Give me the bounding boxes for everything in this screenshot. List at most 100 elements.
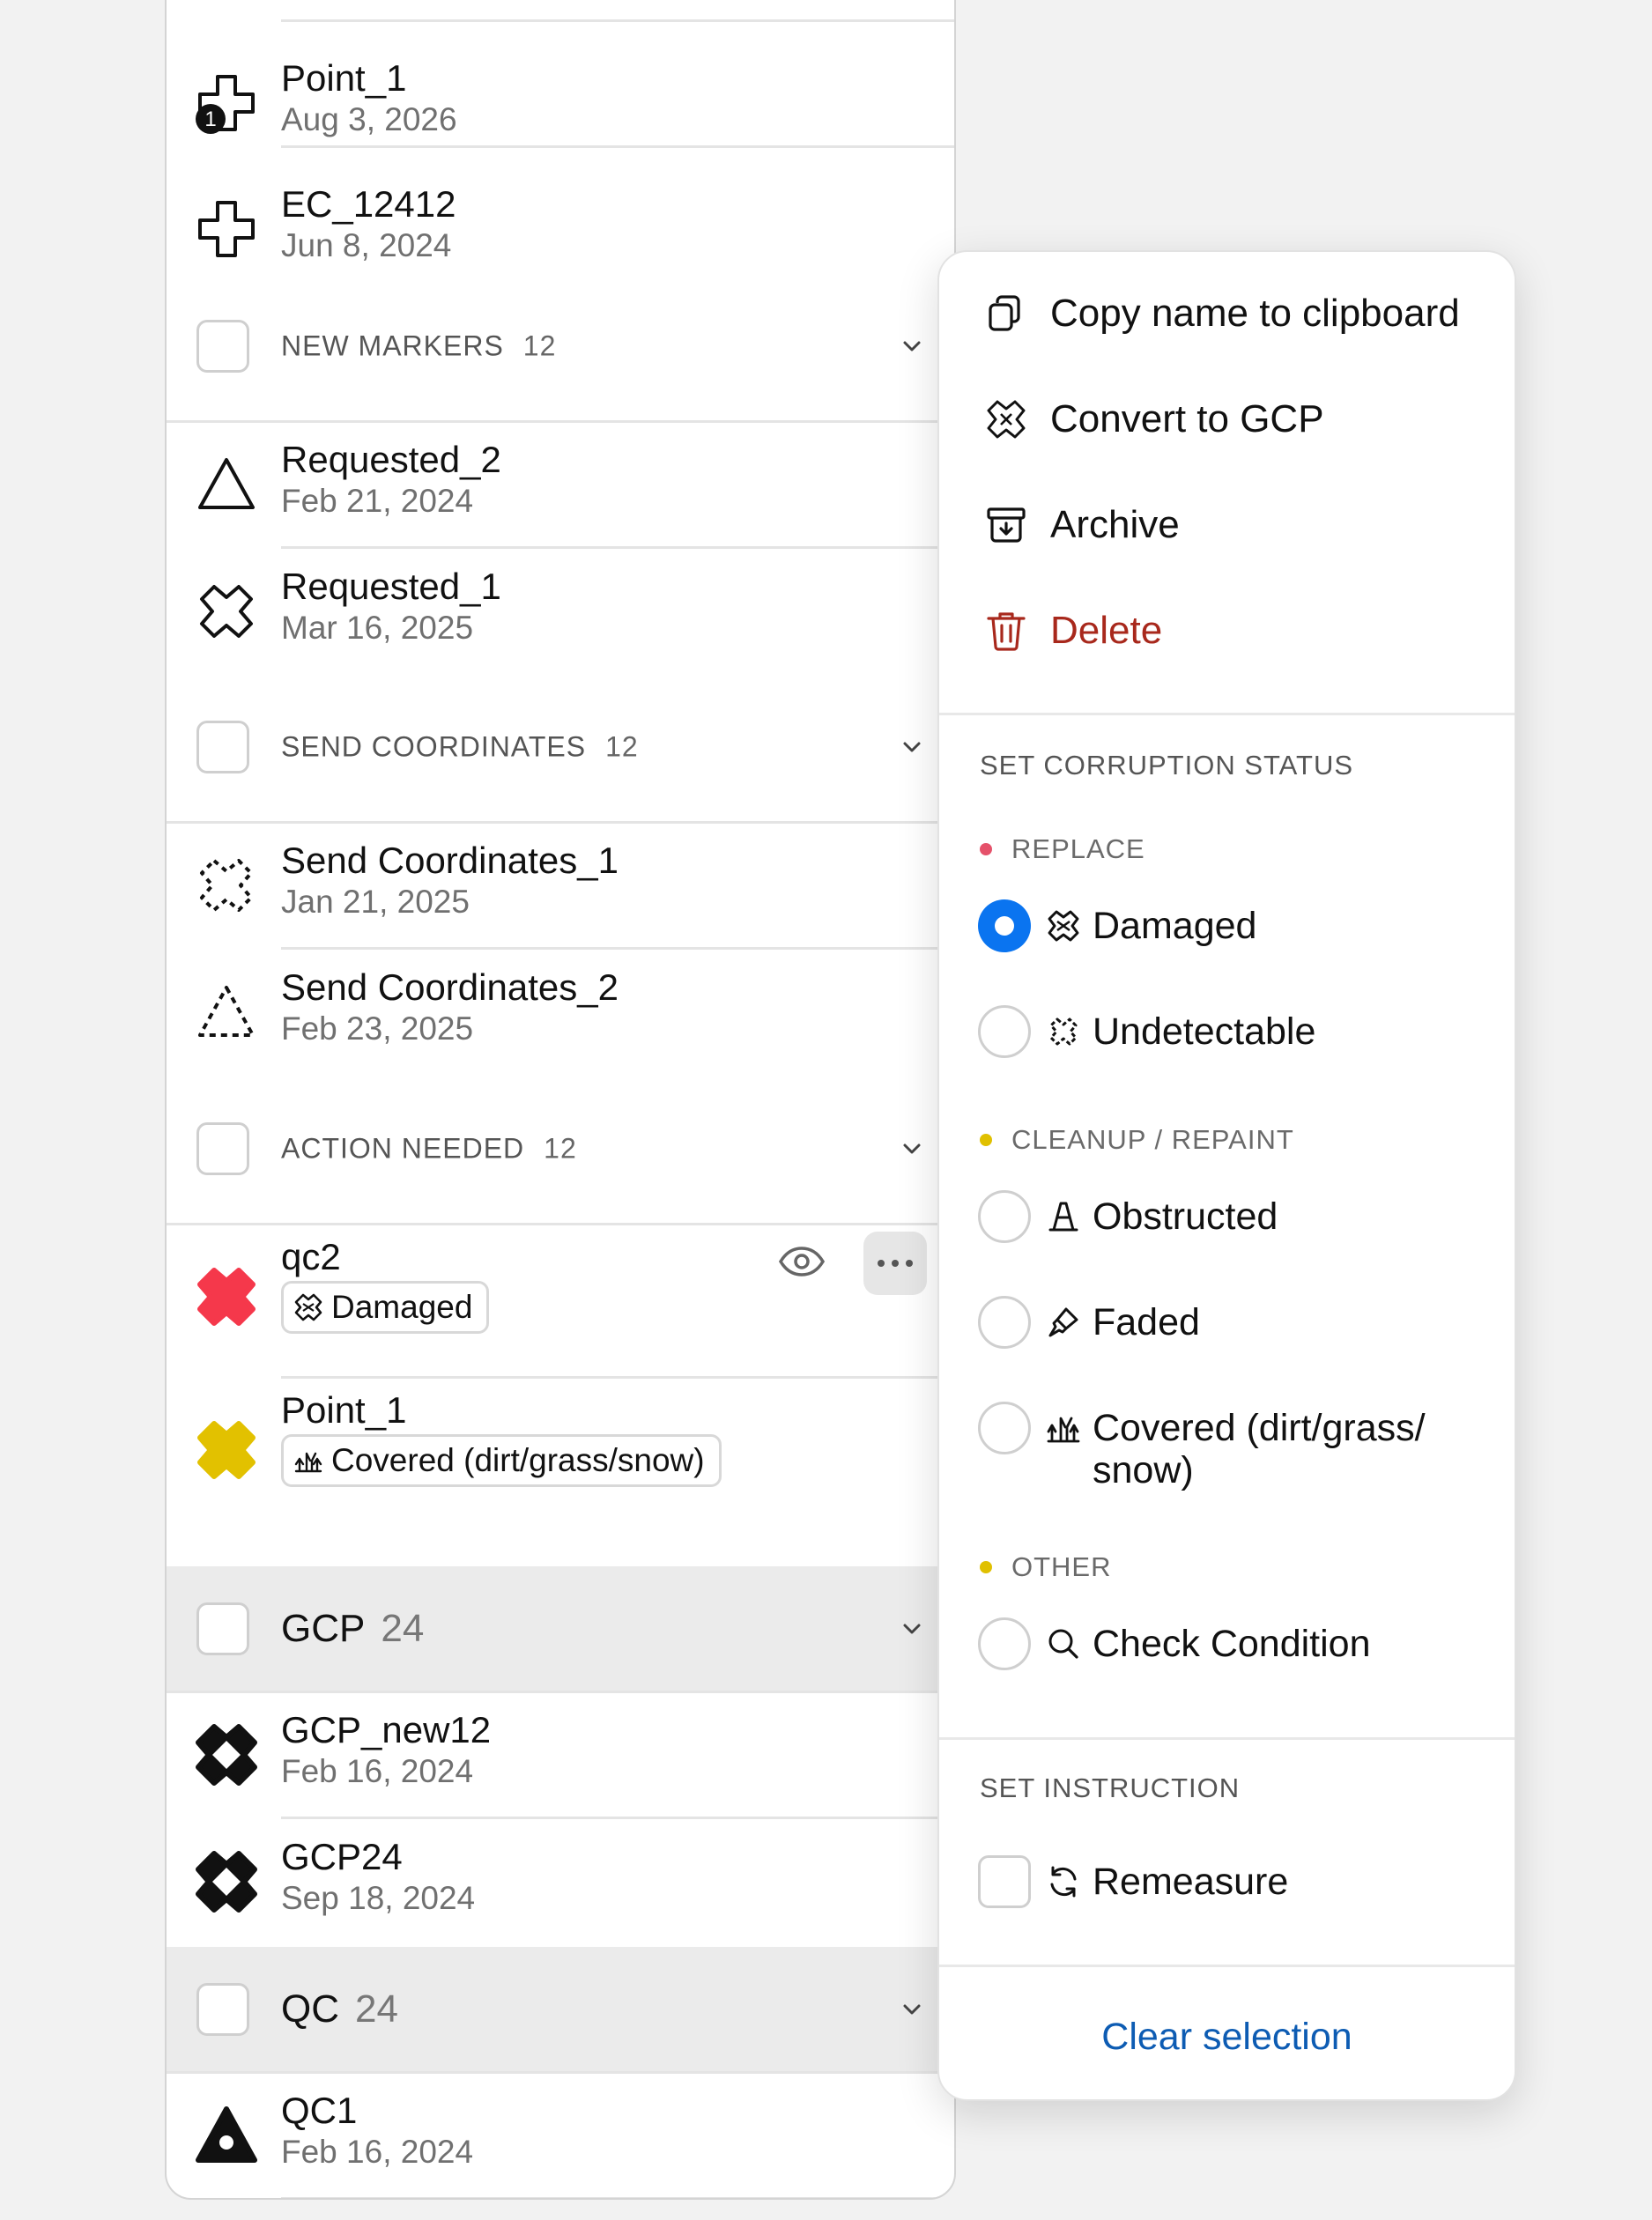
eye-icon[interactable] [775, 1235, 828, 1288]
group-checkbox[interactable] [196, 1602, 249, 1655]
item-title: qc2 [281, 1236, 341, 1277]
list-item[interactable]: GCP_new12 Feb 16, 2024 [167, 1693, 954, 1817]
item-date: Jun 8, 2024 [281, 227, 452, 263]
copy-name-menu-item[interactable]: Copy name to clipboard [983, 287, 1460, 340]
menu-item-label: Delete [1050, 609, 1163, 652]
group-header-send-coordinates[interactable]: SEND COORDINATES 12 [167, 684, 954, 810]
chevron-down-icon[interactable] [900, 1617, 924, 1641]
chip-label: Covered (dirt/grass/snow) [331, 1442, 705, 1478]
option-label: Covered (dirt/grass/snow) [1093, 1407, 1426, 1491]
triangle-outline-icon [193, 451, 260, 518]
item-title: Requested_2 [281, 439, 501, 480]
radio-button[interactable] [978, 1402, 1031, 1454]
row-divider [281, 2197, 954, 2198]
archive-icon [983, 502, 1029, 548]
group-checkbox[interactable] [196, 1122, 249, 1175]
group-header-new-markers[interactable]: NEW MARKERS 12 [167, 284, 954, 409]
item-title: QC1 [281, 2090, 358, 2131]
chevron-down-icon[interactable] [900, 1997, 924, 2022]
option-check-condition[interactable]: Check Condition [978, 1617, 1371, 1670]
archive-menu-item[interactable]: Archive [983, 499, 1180, 551]
status-chip: Damaged [281, 1281, 490, 1334]
status-chip: Covered (dirt/grass/snow) [281, 1434, 722, 1487]
row-divider [281, 546, 954, 549]
more-options-button[interactable] [863, 1232, 927, 1295]
cone-icon [1045, 1198, 1082, 1235]
group-label: SEND COORDINATES [281, 730, 587, 763]
marker-list-panel: 1 Point_1 Aug 3, 2026 EC_12412 Jun 8, 20… [165, 0, 956, 2200]
list-item[interactable]: Requested_1 Mar 16, 2025 [167, 550, 954, 673]
item-title: Point_1 [281, 57, 407, 99]
group-header-qc[interactable]: QC 24 [167, 1947, 954, 2072]
list-item[interactable]: Send Coordinates_2 Feb 23, 2025 [167, 951, 954, 1074]
row-divider [281, 145, 954, 148]
option-label-line: Covered (dirt/grass/ [1093, 1407, 1426, 1449]
delete-menu-item[interactable]: Delete [983, 604, 1162, 657]
option-faded[interactable]: Faded [978, 1296, 1200, 1349]
group-count: 24 [355, 1987, 398, 2031]
menu-divider [939, 713, 1515, 715]
list-item[interactable]: Point_1 Covered (dirt/grass/snow) [167, 1380, 954, 1529]
convert-to-gcp-menu-item[interactable]: Convert to GCP [983, 393, 1324, 446]
chevron-down-icon[interactable] [900, 334, 924, 359]
group-header-gcp[interactable]: GCP 24 [167, 1566, 954, 1691]
subheading-label: REPLACE [1011, 833, 1145, 864]
option-undetectable[interactable]: Undetectable [978, 1005, 1315, 1058]
group-header-action-needed[interactable]: ACTION NEEDED 12 [167, 1086, 954, 1211]
menu-item-label: Convert to GCP [1050, 397, 1324, 440]
group-count: 24 [381, 1607, 425, 1650]
menu-divider [939, 1737, 1515, 1740]
group-label: ACTION NEEDED [281, 1132, 525, 1165]
radio-button-selected[interactable] [978, 899, 1031, 952]
option-remeasure[interactable]: Remeasure [978, 1855, 1288, 1908]
list-item[interactable]: Requested_2 Feb 21, 2024 [167, 423, 954, 546]
status-dot [980, 1134, 992, 1146]
list-item[interactable]: qc2 Damaged [167, 1226, 954, 1376]
row-divider [167, 1223, 954, 1225]
clear-selection-button[interactable]: Clear selection [939, 2016, 1515, 2059]
radio-button[interactable] [978, 1296, 1031, 1349]
item-date: Jan 21, 2025 [281, 884, 470, 920]
triangle-filled-icon [193, 2102, 260, 2169]
option-label-line: snow) [1093, 1449, 1194, 1491]
brush-icon [1045, 1304, 1082, 1341]
radio-button[interactable] [978, 1005, 1031, 1058]
chevron-down-icon[interactable] [900, 735, 924, 759]
grass-icon [294, 1452, 322, 1473]
item-title: EC_12412 [281, 183, 456, 225]
option-covered[interactable]: Covered (dirt/grass/snow) [978, 1402, 1426, 1491]
radio-button[interactable] [978, 1190, 1031, 1243]
gcp-filled-icon [193, 1721, 260, 1788]
item-title: Send Coordinates_1 [281, 840, 619, 881]
checkbox[interactable] [978, 1855, 1031, 1908]
item-date: Feb 23, 2025 [281, 1010, 474, 1047]
gcp-filled-icon [193, 1848, 260, 1915]
item-date: Mar 16, 2025 [281, 610, 474, 646]
subheading-label: OTHER [1011, 1551, 1112, 1582]
x-filled-red-icon [193, 1263, 260, 1330]
group-label: NEW MARKERS [281, 329, 504, 362]
group-checkbox[interactable] [196, 320, 249, 373]
radio-button[interactable] [978, 1617, 1031, 1670]
list-item[interactable]: Send Coordinates_1 Jan 21, 2025 [167, 824, 954, 947]
section-title-corruption: SET CORRUPTION STATUS [980, 750, 1354, 781]
list-item[interactable]: EC_12412 Jun 8, 2024 [167, 167, 954, 291]
x-filled-yellow-icon [193, 1417, 260, 1484]
group-checkbox[interactable] [196, 721, 249, 773]
x-outline-icon [193, 578, 260, 645]
item-title: GCP24 [281, 1836, 403, 1877]
option-obstructed[interactable]: Obstructed [978, 1190, 1278, 1243]
refresh-icon [1045, 1863, 1082, 1900]
damaged-icon [1045, 907, 1082, 944]
chevron-down-icon[interactable] [900, 1136, 924, 1161]
group-checkbox[interactable] [196, 1983, 249, 2036]
item-date: Feb 16, 2024 [281, 1753, 474, 1789]
list-item[interactable]: GCP24 Sep 18, 2024 [167, 1820, 954, 1943]
menu-divider [939, 1965, 1515, 1967]
list-item[interactable]: QC1 Feb 16, 2024 [167, 2074, 954, 2197]
x-dashed-icon [193, 852, 260, 919]
item-title: Send Coordinates_2 [281, 966, 619, 1008]
option-damaged[interactable]: Damaged [978, 899, 1256, 952]
option-label: Check Condition [1093, 1623, 1371, 1665]
plus-outline-badge-icon: 1 [193, 70, 260, 137]
